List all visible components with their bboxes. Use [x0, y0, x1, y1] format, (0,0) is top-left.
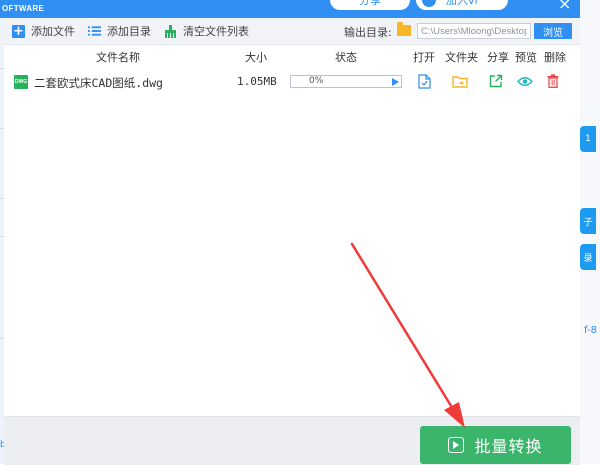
output-dir-label: 输出目录:	[344, 26, 392, 39]
add-folder-label: 添加目录	[107, 25, 151, 38]
header-status: 状态	[335, 51, 357, 64]
add-folder-button[interactable]: 添加目录	[88, 23, 151, 39]
close-icon[interactable]: ×	[558, 0, 571, 13]
eye-icon[interactable]	[517, 73, 533, 89]
batch-convert-button[interactable]: 批量转换	[420, 426, 571, 464]
browse-button[interactable]: 浏览	[534, 23, 572, 39]
file-name: 二套欧式床CAD图纸.dwg	[34, 76, 163, 90]
toolbar: + 添加文件 添加目录 清空文件列表 输出目录: C:\Users\Mloong…	[4, 18, 580, 45]
clear-list-button[interactable]: 清空文件列表	[164, 23, 249, 39]
side-tab-1[interactable]: 1	[575, 126, 596, 152]
trash-icon[interactable]	[545, 73, 561, 89]
join-vip-label: 加入vi	[446, 0, 478, 7]
progress-bar: 0%	[290, 75, 402, 88]
add-file-icon: +	[12, 23, 25, 39]
header-preview: 预览	[515, 51, 537, 64]
join-vip-button[interactable]: 加入vi	[416, 0, 508, 10]
clear-list-label: 清空文件列表	[183, 25, 249, 38]
folder-icon[interactable]	[397, 22, 411, 36]
converter-window: + 添加文件 添加目录 清空文件列表 输出目录: C:\Users\Mloong…	[4, 18, 580, 465]
add-file-button[interactable]: + 添加文件	[12, 23, 75, 39]
play-icon	[448, 437, 465, 453]
header-open: 打开	[413, 51, 435, 64]
title-bar: OFTWARE 分享 加入vi × 动	[0, 0, 600, 18]
side-tab-3[interactable]: 录	[575, 244, 596, 270]
bottom-bar: 批量转换	[4, 416, 580, 465]
share-icon[interactable]	[488, 73, 504, 89]
play-icon[interactable]	[392, 78, 399, 86]
progress-text: 0%	[309, 76, 324, 86]
header-share: 分享	[487, 51, 509, 64]
open-file-icon[interactable]	[416, 73, 432, 89]
list-icon	[88, 25, 101, 38]
side-link[interactable]: f-8	[584, 325, 597, 336]
table-header: 文件名称 大小 状态 打开 文件夹 分享 预览 删除	[4, 44, 580, 66]
share-app-label: 分享	[359, 0, 381, 7]
table-row[interactable]: DWG 二套欧式床CAD图纸.dwg 1.05MB 0%	[4, 68, 580, 96]
broom-icon	[164, 24, 177, 38]
header-name: 文件名称	[96, 51, 140, 64]
header-size: 大小	[245, 51, 267, 64]
header-folder: 文件夹	[445, 51, 478, 64]
share-app-button[interactable]: 分享	[330, 0, 410, 10]
header-delete: 删除	[544, 51, 566, 64]
file-size: 1.05MB	[237, 75, 277, 88]
output-path-input[interactable]	[417, 23, 531, 39]
open-folder-icon[interactable]	[452, 73, 468, 89]
add-file-label: 添加文件	[31, 25, 75, 38]
dwg-file-icon: DWG	[14, 75, 28, 89]
brand-text: OFTWARE	[2, 4, 45, 13]
batch-convert-label: 批量转换	[474, 437, 543, 456]
vip-icon	[422, 0, 436, 7]
side-tab-2[interactable]: 子	[575, 208, 596, 234]
